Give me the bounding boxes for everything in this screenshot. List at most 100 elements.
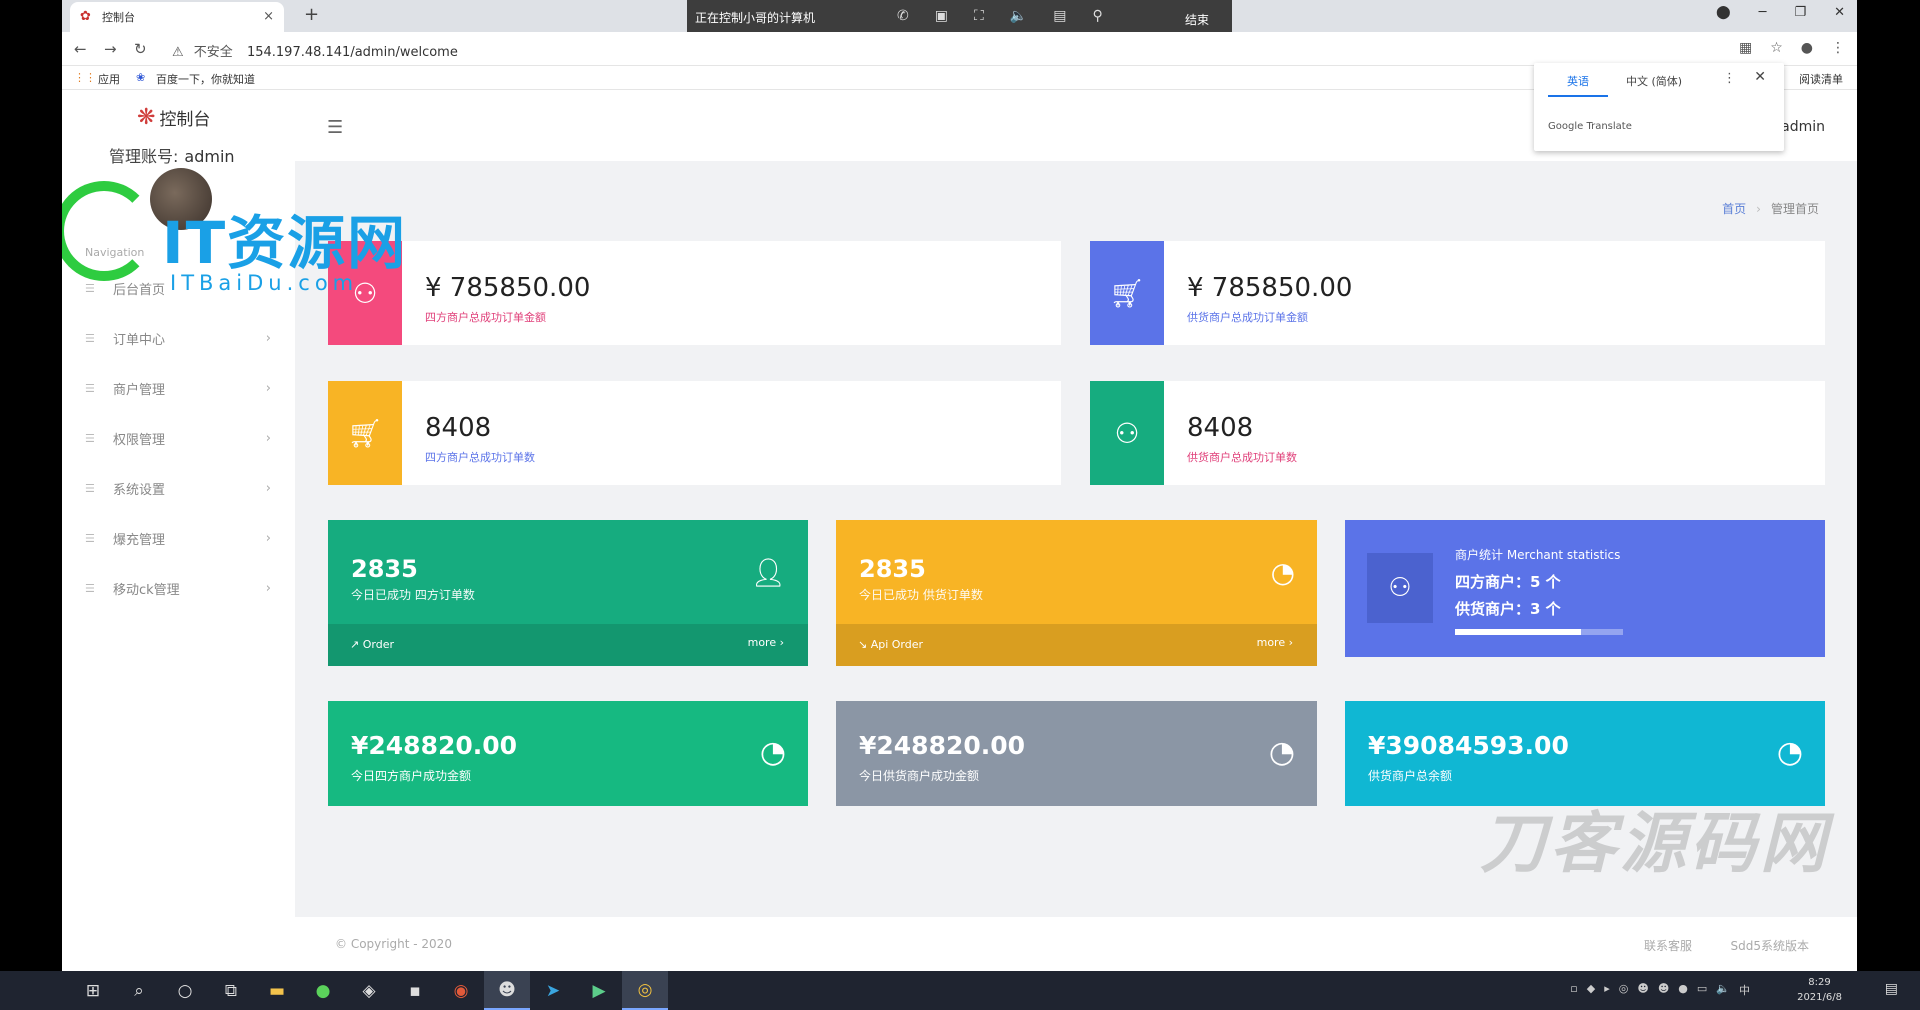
nav-label: Navigation [85,246,145,259]
sidebar-item-label: 商户管理 [113,382,166,398]
sidebar-item-orders[interactable]: ☰ 订单中心 › [62,313,295,363]
ratio-icon[interactable]: ▣ [935,8,948,24]
profile-dropdown-icon[interactable]: ⬤ [1716,5,1731,20]
footer-link-support[interactable]: 联系客服 [1644,937,1692,954]
app-icon[interactable]: ● [300,971,346,1010]
remote-control-bar: 正在控制小哥的计算机 ✆ ▣ ⛶ 🔈 ▤ ⚲ 结束 [687,0,1232,34]
tray-icon[interactable]: ◆ [1587,982,1595,998]
money-label: 供货商户总余额 [1368,769,1453,783]
apps-icon[interactable]: ⋮⋮ [74,71,96,84]
tab-close-icon[interactable]: × [263,9,274,24]
bookmark-baidu[interactable]: 百度一下，你就知道 [156,71,255,87]
app-icon[interactable]: ◈ [346,971,392,1010]
google-translate-brand: Google Translate [1548,121,1632,132]
logo[interactable]: ❋ 控制台 [137,105,210,130]
forward-icon[interactable]: → [104,40,117,58]
more-link[interactable]: more › [748,636,784,649]
sidebar-item-home[interactable]: ☰ 后台首页 [62,263,295,313]
close-icon[interactable]: ✕ [1754,69,1766,85]
stat-card: 🛒︎ ¥ 785850.00 供货商户总成功订单金额 [1090,241,1825,345]
taskbar: ⊞ ⌕ ○ ⧉ ▬ ● ◈ ▪ ◉ ☻ ➤ ▶ ◎ ▫ ◆ ▸ ◎ ☻ ☻ ● … [0,971,1920,1010]
more-link[interactable]: more › [1257,636,1293,649]
bookmark-apps[interactable]: 应用 [98,71,120,87]
search-icon[interactable]: ⌕ [116,971,162,1010]
users-icon: ⚇ [328,241,402,345]
avatar[interactable] [150,168,212,230]
sidebar-item-merchants[interactable]: ☰ 商户管理 › [62,363,295,413]
sidebar-item-label: 权限管理 [113,432,166,448]
tray-icon[interactable]: ☻ [1658,982,1669,998]
menu-icon[interactable]: ⋮ [1831,40,1845,56]
list-icon: ☰ [85,281,95,295]
order-tile: 2835 今日已成功 四方订单数 👤︎ ↗ Order more › [328,520,808,666]
volume-icon[interactable]: 🔈 [1010,8,1027,24]
fullscreen-icon[interactable]: ⛶ [974,8,984,24]
header-user[interactable]: admin [1781,119,1825,135]
notification-icon[interactable]: ▤ [1885,981,1898,997]
chrome-icon[interactable]: ◎ [622,971,668,1010]
footer-link-version[interactable]: Sdd5系统版本 [1731,937,1810,954]
sidebar-item-label: 订单中心 [113,332,166,348]
money-card: ¥248820.00 今日供货商户成功金额 ◔ [836,701,1317,806]
ime-indicator[interactable]: 中 [1739,982,1750,998]
player-icon[interactable]: ▶ [576,971,622,1010]
reload-icon[interactable]: ↻ [134,40,147,58]
tray-icon[interactable]: ◎ [1619,982,1629,998]
task-view-icon[interactable]: ⧉ [208,971,254,1010]
sidebar-item-recharge[interactable]: ☰ 爆充管理 › [62,513,295,563]
translate-icon[interactable]: ▦ [1739,40,1752,56]
network-icon[interactable]: ▭ [1697,982,1707,998]
minimize-icon[interactable]: ─ [1759,5,1767,20]
stat-card: 🛒︎ 8408 四方商户总成功订单数 [328,381,1061,485]
clock-time: 8:29 [1808,977,1831,988]
tray-icon[interactable]: ▫ [1570,982,1577,998]
back-icon[interactable]: ← [74,40,87,58]
reading-list[interactable]: 阅读清单 [1799,71,1843,87]
url-field[interactable]: ⚠ 不安全 154.197.48.141/admin/welcome [172,41,458,60]
sidebar-item-settings[interactable]: ☰ 系统设置 › [62,463,295,513]
chevron-right-icon: › [265,530,271,546]
tray-icon[interactable]: ● [1678,982,1688,998]
telegram-icon[interactable]: ➤ [530,971,576,1010]
tile-footer: ↘ Api Order more › [836,624,1317,666]
pin-icon[interactable]: ⚲ [1092,8,1102,24]
start-icon[interactable]: ⊞ [70,971,116,1010]
sidebar-item-mobile-ck[interactable]: ☰ 移动ck管理 › [62,563,295,613]
account-name: admin [184,147,235,166]
new-tab-button[interactable]: + [304,4,319,25]
star-icon[interactable]: ☆ [1770,40,1783,56]
phone-icon[interactable]: ✆ [897,8,909,24]
remote-end-button[interactable]: 结束 [1185,11,1209,28]
stat-value: ¥ 785850.00 [1187,273,1353,303]
hamburger-icon[interactable]: ☰ [327,117,343,138]
address-bar: ← → ↻ ⚠ 不安全 154.197.48.141/admin/welcome… [62,32,1857,66]
clock[interactable]: 8:29 2021/6/8 [1797,975,1842,1005]
stat-label: 四方商户总成功订单金额 [425,311,546,324]
hd-icon[interactable]: ▤ [1053,8,1066,24]
tile-label: 今日已成功 四方订单数 [351,588,475,602]
volume-icon[interactable]: 🔈 [1716,982,1730,998]
cortana-icon[interactable]: ○ [162,971,208,1010]
tray-icon[interactable]: ☻ [1637,982,1648,998]
page-footer: © Copyright - 2020 联系客服 Sdd5系统版本 [295,917,1857,971]
merchant-title: 商户统计 Merchant statistics [1455,548,1621,562]
breadcrumb-home[interactable]: 首页 [1722,202,1746,216]
sidebar-item-label: 移动ck管理 [113,582,180,598]
sidebar-item-permissions[interactable]: ☰ 权限管理 › [62,413,295,463]
browser-tab[interactable]: ✿ 控制台 × [70,2,284,32]
close-window-icon[interactable]: ✕ [1834,5,1845,20]
tile-value: 2835 [351,555,418,583]
restore-icon[interactable]: ❐ [1794,5,1806,20]
breadcrumb-current: 管理首页 [1770,202,1819,216]
qq-icon[interactable]: ☻ [484,971,530,1010]
more-options-icon[interactable]: ⋮ [1723,71,1736,86]
tray-icon[interactable]: ▸ [1604,982,1610,998]
translate-tab-english[interactable]: 英语 [1548,73,1608,97]
app-icon[interactable]: ◉ [438,971,484,1010]
browser-window: ✿ 控制台 × + 正在控制小哥的计算机 ✆ ▣ ⛶ 🔈 ▤ ⚲ 结束 ⬤ ─ … [62,0,1857,1010]
explorer-icon[interactable]: ▬ [254,971,300,1010]
sidebar-item-label: 系统设置 [113,482,166,498]
translate-tab-chinese[interactable]: 中文 (简体) [1626,73,1682,89]
profile-icon[interactable]: ● [1801,40,1813,56]
terminal-icon[interactable]: ▪ [392,971,438,1010]
